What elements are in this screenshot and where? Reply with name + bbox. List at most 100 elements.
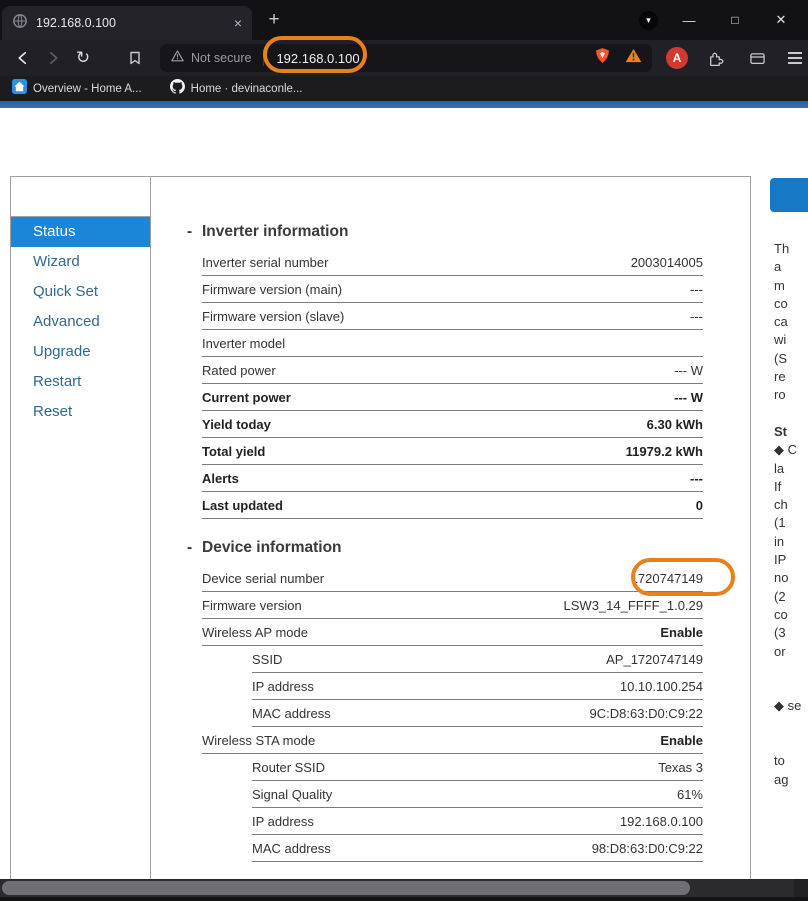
row-label: SSID — [252, 651, 283, 667]
back-icon[interactable] — [8, 43, 38, 73]
sidebar: Status Wizard Quick Set Advanced Upgrade Rest… — [11, 177, 151, 901]
sidebar-item-reset[interactable]: Reset — [11, 397, 150, 427]
help-line: St — [774, 423, 787, 439]
row-value: 10.10.100.254 — [619, 678, 703, 694]
brave-shield-icon[interactable] — [594, 47, 611, 69]
sidebar-spacer — [11, 177, 150, 217]
row-label: Wireless STA mode — [202, 732, 316, 748]
help-line: (S — [774, 350, 787, 366]
row-value: 0 — [695, 497, 703, 513]
section-rows-1: Device serial number 1720747149 Firmware v… — [152, 558, 752, 862]
info-row: SSID AP_1720747149 — [252, 646, 703, 673]
horizontal-scrollbar-thumb[interactable] — [2, 881, 690, 895]
not-secure-warning-icon — [170, 49, 185, 68]
sidebar-item-advanced[interactable]: Advanced — [11, 307, 150, 337]
browser-window: 192.168.0.100 × + ▾ — □ ✕ ↻ Not secure 1… — [0, 0, 808, 901]
extensions-puzzle-icon[interactable] — [700, 43, 730, 73]
info-row: Last updated 0 — [202, 492, 703, 519]
forward-icon[interactable] — [38, 43, 68, 73]
row-value: --- — [690, 470, 703, 486]
help-line: ◆ se — [774, 698, 802, 714]
row-value: --- W — [674, 362, 703, 378]
row-label: Wireless AP mode — [202, 624, 308, 640]
bookmark-github[interactable]: Home · devinaconle... — [169, 78, 303, 99]
info-row: Device serial number 1720747149 — [202, 558, 735, 596]
row-value: Enable — [660, 624, 703, 640]
page-header-strip — [0, 101, 808, 108]
row-value: LSW3_14_FFFF_1.0.29 — [563, 597, 703, 613]
sidebar-item-restart[interactable]: Restart — [11, 367, 150, 397]
info-row: Total yield 11979.2 kWh — [202, 438, 703, 465]
help-line: co — [774, 295, 788, 311]
row-label: IP address — [252, 813, 314, 829]
help-line: re — [774, 369, 786, 385]
help-line — [774, 661, 808, 679]
info-row: Signal Quality 61% — [252, 781, 703, 808]
reload-icon[interactable]: ↻ — [68, 43, 98, 73]
help-line — [774, 716, 808, 734]
address-divider — [263, 50, 265, 66]
profile-avatar[interactable]: A — [666, 47, 688, 69]
sidebar-item-wizard[interactable]: Wizard — [11, 247, 150, 277]
bookmark-flag-icon[interactable] — [120, 43, 150, 73]
help-line: ca — [774, 314, 788, 330]
browser-tab[interactable]: 192.168.0.100 × — [2, 6, 252, 40]
row-label: MAC address — [252, 840, 331, 856]
title-bar: 192.168.0.100 × + ▾ — □ ✕ — [0, 0, 808, 40]
help-line: m — [774, 277, 785, 293]
info-row: Firmware version LSW3_14_FFFF_1.0.29 — [202, 592, 703, 619]
maximize-button[interactable]: □ — [712, 0, 758, 40]
row-value: 61% — [676, 786, 703, 802]
horizontal-scrollbar[interactable] — [0, 879, 794, 897]
sidebar-item-status[interactable]: Status — [11, 217, 150, 247]
help-line: Th — [774, 241, 790, 256]
address-bar[interactable]: Not secure 192.168.0.100 — [160, 44, 652, 72]
help-line — [774, 679, 808, 697]
github-icon — [169, 78, 185, 99]
row-label: Router SSID — [252, 759, 325, 775]
info-row: IP address 192.168.0.100 — [252, 808, 703, 835]
help-line: la — [774, 460, 785, 476]
scrollbar-corner — [794, 879, 808, 897]
row-value: AP_1720747149 — [606, 651, 703, 667]
row-label: Inverter serial number — [202, 254, 329, 270]
help-line: (2 — [774, 588, 786, 604]
wallet-card-icon[interactable] — [742, 43, 772, 73]
help-line: or — [774, 643, 786, 659]
info-row: Wireless AP mode Enable — [202, 619, 703, 646]
help-line: a — [774, 259, 782, 275]
url-text[interactable]: 192.168.0.100 — [276, 51, 594, 66]
row-label: Rated power — [202, 362, 276, 378]
sidebar-menu: Status Wizard Quick Set Advanced Upgrade Rest… — [11, 217, 150, 427]
section-bullet: - — [187, 223, 193, 240]
tab-close-icon[interactable]: × — [234, 15, 242, 31]
menu-hamburger-icon[interactable] — [784, 48, 806, 68]
help-line: (1 — [774, 515, 786, 531]
row-value: 6.30 kWh — [646, 416, 703, 432]
bookmark-home-assistant[interactable]: Overview - Home A... — [12, 78, 142, 99]
row-value: 1720747149 — [630, 570, 703, 586]
info-row: Yield today 6.30 kWh — [202, 411, 703, 438]
close-window-button[interactable]: ✕ — [758, 0, 804, 40]
tab-search-icon[interactable]: ▾ — [639, 11, 658, 30]
new-tab-button[interactable]: + — [262, 8, 286, 32]
row-value: 192.168.0.100 — [619, 813, 703, 829]
row-value: 2003014005 — [630, 254, 703, 270]
sidebar-item-upgrade[interactable]: Upgrade — [11, 337, 150, 367]
section-bullet: - — [187, 539, 193, 556]
row-value: Texas 3 — [658, 759, 703, 775]
minimize-button[interactable]: — — [666, 0, 712, 40]
info-row: Alerts --- — [202, 465, 703, 492]
row-value: 98:D8:63:D0:C9:22 — [591, 840, 703, 856]
sidebar-item-quick-set[interactable]: Quick Set — [11, 277, 150, 307]
row-label: Device serial number — [202, 570, 325, 586]
orange-warning-triangle-icon[interactable] — [625, 48, 642, 68]
info-row: MAC address 98:D8:63:D0:C9:22 — [252, 835, 703, 862]
help-line: co — [774, 606, 788, 622]
help-line — [774, 405, 808, 423]
section-rows-0: Inverter serial number 2003014005 Firmware… — [152, 249, 752, 519]
row-label: Yield today — [202, 416, 271, 432]
info-row: Firmware version (main) --- — [202, 276, 703, 303]
row-value: 11979.2 kWh — [625, 443, 703, 459]
